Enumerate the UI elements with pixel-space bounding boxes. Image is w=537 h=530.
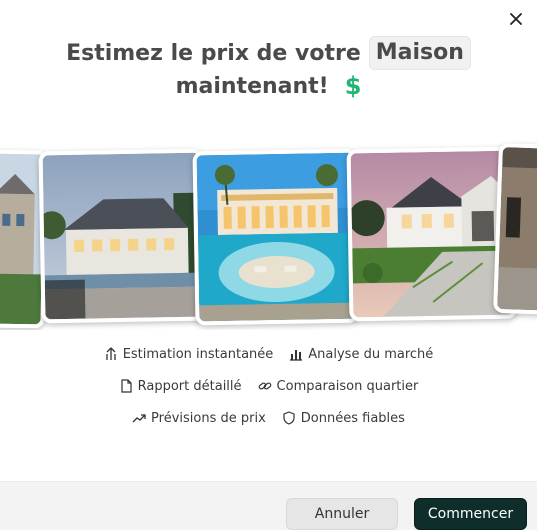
title-text: Estimez le prix de votre — [66, 40, 361, 66]
feature-label: Estimation instantanée — [122, 346, 274, 362]
link-icon — [258, 382, 271, 390]
close-button[interactable] — [507, 10, 525, 28]
house-image-2 — [38, 148, 206, 324]
feature-item: Estimation instantanée — [104, 346, 274, 362]
title-text-2: maintenant! — [175, 74, 329, 99]
dialog-footer: Annuler Commencer — [0, 481, 537, 530]
shield-icon — [283, 411, 295, 425]
feature-item: Prévisions de prix — [132, 411, 266, 426]
feature-label: Rapport détaillé — [137, 378, 242, 394]
house-image-5 — [493, 142, 537, 316]
start-button[interactable]: Commencer — [414, 498, 527, 530]
cancel-button[interactable]: Annuler — [286, 498, 398, 530]
feature-item: Analyse du marché — [289, 347, 433, 362]
feature-label: Comparaison quartier — [276, 378, 419, 394]
feature-label: Prévisions de prix — [151, 410, 266, 426]
house-image-3 — [192, 148, 360, 326]
bar-chart-icon — [290, 350, 303, 361]
feature-item: Données fiables — [282, 411, 405, 426]
feature-item: Rapport détaillé — [119, 379, 242, 394]
dialog-title: Estimez le prix de votre Maison maintena… — [0, 36, 537, 103]
feature-label: Analyse du marché — [308, 346, 434, 362]
feature-list: Estimation instantanée Analyse du marché… — [0, 338, 537, 434]
feature-item: Comparaison quartier — [258, 378, 419, 394]
antenna-icon — [106, 347, 116, 360]
feature-label: Données fiables — [300, 410, 405, 426]
trend-up-icon — [132, 414, 146, 423]
property-type-pill[interactable]: Maison — [368, 36, 471, 70]
dollar-icon: $ — [344, 72, 362, 100]
close-icon[interactable] — [510, 13, 522, 25]
house-carousel — [0, 140, 537, 330]
document-icon — [121, 379, 132, 393]
house-image-4 — [346, 146, 518, 322]
